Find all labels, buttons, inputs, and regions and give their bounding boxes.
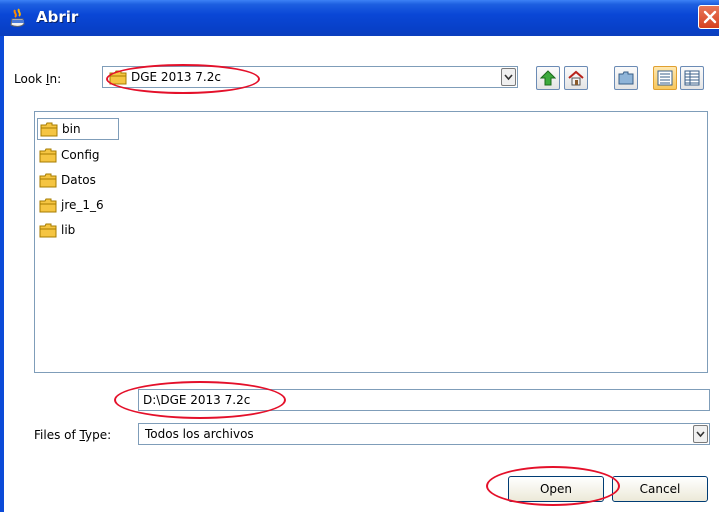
look-in-value: DGE 2013 7.2c — [131, 70, 221, 84]
list-view-icon — [657, 70, 673, 86]
folder-icon — [40, 122, 58, 137]
new-folder-icon — [618, 71, 634, 85]
file-name: Config — [61, 148, 100, 162]
home-icon — [568, 70, 584, 86]
file-name: jre_1_6 — [61, 198, 104, 212]
home-button[interactable] — [564, 66, 588, 90]
up-folder-icon — [540, 70, 556, 86]
title-bar[interactable]: Abrir — [0, 0, 719, 36]
file-list-item[interactable]: bin — [37, 118, 119, 140]
details-view-icon — [684, 70, 700, 86]
files-of-type-value: Todos los archivos — [145, 427, 254, 441]
chevron-down-icon — [504, 74, 513, 81]
look-in-combo[interactable]: DGE 2013 7.2c — [102, 66, 518, 88]
close-icon — [703, 10, 717, 24]
java-app-icon — [10, 8, 25, 27]
open-button[interactable]: Open — [508, 476, 604, 502]
look-in-label: Look In: — [14, 72, 62, 86]
window-frame-left — [0, 36, 4, 512]
files-of-type-label: Files of Type: — [34, 428, 112, 442]
file-name: lib — [61, 223, 76, 237]
new-folder-button[interactable] — [614, 66, 638, 90]
files-of-type-combo[interactable]: Todos los archivos — [138, 423, 710, 445]
file-name: Datos — [61, 173, 96, 187]
open-dialog: Abrir Look In: DGE 2013 7.2c bin Config … — [0, 0, 719, 512]
window-title: Abrir — [36, 8, 79, 26]
folder-icon — [39, 223, 57, 238]
folder-icon — [39, 148, 57, 163]
file-name-value: D:\DGE 2013 7.2c — [143, 393, 251, 407]
file-list[interactable]: bin Config Datos jre_1_6 lib — [34, 111, 708, 373]
folder-icon — [39, 173, 57, 188]
close-button[interactable] — [698, 5, 719, 29]
look-in-dropdown-button[interactable] — [501, 68, 516, 86]
file-name-input[interactable]: D:\DGE 2013 7.2c — [138, 389, 710, 411]
chevron-down-icon — [696, 431, 705, 438]
folder-icon — [109, 70, 127, 85]
list-view-button[interactable] — [653, 66, 677, 90]
up-one-level-button[interactable] — [536, 66, 560, 90]
cancel-button[interactable]: Cancel — [612, 476, 708, 502]
files-of-type-dropdown-button[interactable] — [693, 425, 708, 443]
details-view-button[interactable] — [680, 66, 704, 90]
folder-icon — [39, 198, 57, 213]
file-name: bin — [62, 122, 81, 136]
